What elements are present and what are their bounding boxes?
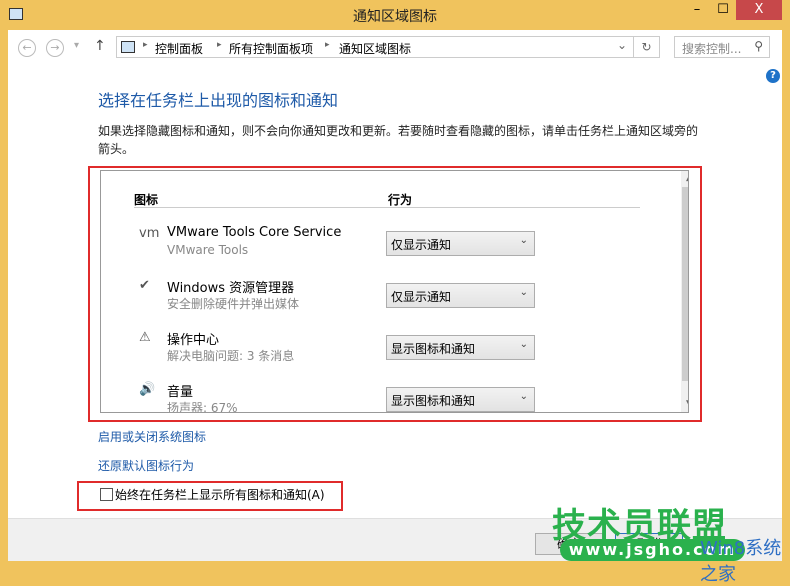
behavior-select[interactable]: 显示图标和通知 ⌄ [386,387,535,412]
behavior-select[interactable]: 仅显示通知 ⌄ [386,231,535,256]
up-button[interactable]: ↑ [94,38,106,54]
breadcrumb-item[interactable]: 控制面板 [155,40,203,57]
list-item: ✔ Windows 资源管理器 安全删除硬件并弹出媒体 仅显示通知 ⌄ [101,275,681,327]
behavior-select[interactable]: 仅显示通知 ⌄ [386,283,535,308]
item-name: Windows 资源管理器 [167,281,295,296]
chevron-down-icon: ⌄ [519,339,528,350]
behavior-value: 显示图标和通知 [391,342,476,356]
minimize-button[interactable]: – [684,0,710,20]
chevron-down-icon: ⌄ [519,391,528,402]
list-item: 🔊 音量 扬声器: 67% 显示图标和通知 ⌄ [101,379,681,413]
navigation-bar: ← → ▾ ↑ ▸ 控制面板 ▸ 所有控制面板项 ▸ 通知区域图标 ⌄ ↻ 搜索… [8,30,782,64]
restore-defaults-link[interactable]: 还原默认图标行为 [98,457,194,474]
search-placeholder: 搜索控制... [682,42,742,56]
item-name: VMware Tools Core Service [167,225,342,240]
item-description: 安全删除硬件并弹出媒体 [167,297,300,311]
back-button[interactable]: ← [18,39,36,57]
maximize-button[interactable]: ☐ [710,0,736,20]
item-name: 音量 [167,385,194,400]
scrollbar-thumb[interactable] [682,187,688,381]
item-name: 操作中心 [167,333,220,348]
description: 如果选择隐藏图标和通知，则不会向你通知更改和更新。若要随时查看隐藏的图标，请单击… [98,124,699,156]
chevron-down-icon: ⌄ [519,287,528,298]
system-icons-link[interactable]: 启用或关闭系统图标 [98,428,206,445]
address-bar[interactable]: ▸ 控制面板 ▸ 所有控制面板项 ▸ 通知区域图标 ⌄ [116,36,634,58]
computer-icon [121,41,135,53]
column-header-icon: 图标 [134,193,159,207]
breadcrumb-item[interactable]: 所有控制面板项 [229,40,313,57]
address-dropdown-icon[interactable]: ⌄ [617,38,627,52]
chevron-down-icon: ⌄ [519,235,528,246]
title-bar: 通知区域图标 – ☐ X [0,0,790,30]
search-icon[interactable]: ⚲ [754,39,763,53]
item-description: VMware Tools [167,243,249,257]
refresh-button[interactable]: ↻ [634,36,660,58]
always-show-label[interactable]: 始终在任务栏上显示所有图标和通知(A) [115,486,325,503]
always-show-checkbox[interactable] [100,488,113,501]
watermark-site: Win8系统之家 [700,538,782,585]
behavior-select[interactable]: 显示图标和通知 ⌄ [386,335,535,360]
page-title: 选择在任务栏上出现的图标和通知 [98,91,339,110]
usb-safe-remove-icon: ✔ [139,278,150,293]
help-button[interactable]: ? [766,69,780,83]
forward-button[interactable]: → [46,39,64,57]
action-center-flag-icon: ⚠ [139,330,151,345]
behavior-value: 显示图标和通知 [391,394,476,408]
vmware-icon: vm [139,226,160,241]
client-area: ← → ▾ ↑ ▸ 控制面板 ▸ 所有控制面板项 ▸ 通知区域图标 ⌄ ↻ 搜索… [8,30,782,561]
item-description: 解决电脑问题: 3 条消息 [167,349,295,363]
header-divider [134,207,640,208]
speaker-icon: 🔊 [139,382,156,397]
search-input[interactable]: 搜索控制... ⚲ [674,36,770,58]
breadcrumb-item[interactable]: 通知区域图标 [339,40,411,57]
list-item: vm VMware Tools Core Service VMware Tool… [101,223,681,275]
item-description: 扬声器: 67% [167,401,238,413]
icon-behavior-list: 图标 行为 vm VMware Tools Core Service VMwar… [100,170,689,413]
close-button[interactable]: X [736,0,782,20]
list-item: ⚠ 操作中心 解决电脑问题: 3 条消息 显示图标和通知 ⌄ [101,327,681,379]
window-title: 通知区域图标 [353,9,437,25]
behavior-value: 仅显示通知 [391,290,452,304]
scroll-up-icon[interactable]: ▲ [681,173,688,189]
behavior-value: 仅显示通知 [391,238,452,252]
column-header-behavior: 行为 [388,193,413,207]
recent-locations-button[interactable]: ▾ [74,40,79,51]
scroll-down-icon[interactable]: ▼ [681,399,688,412]
